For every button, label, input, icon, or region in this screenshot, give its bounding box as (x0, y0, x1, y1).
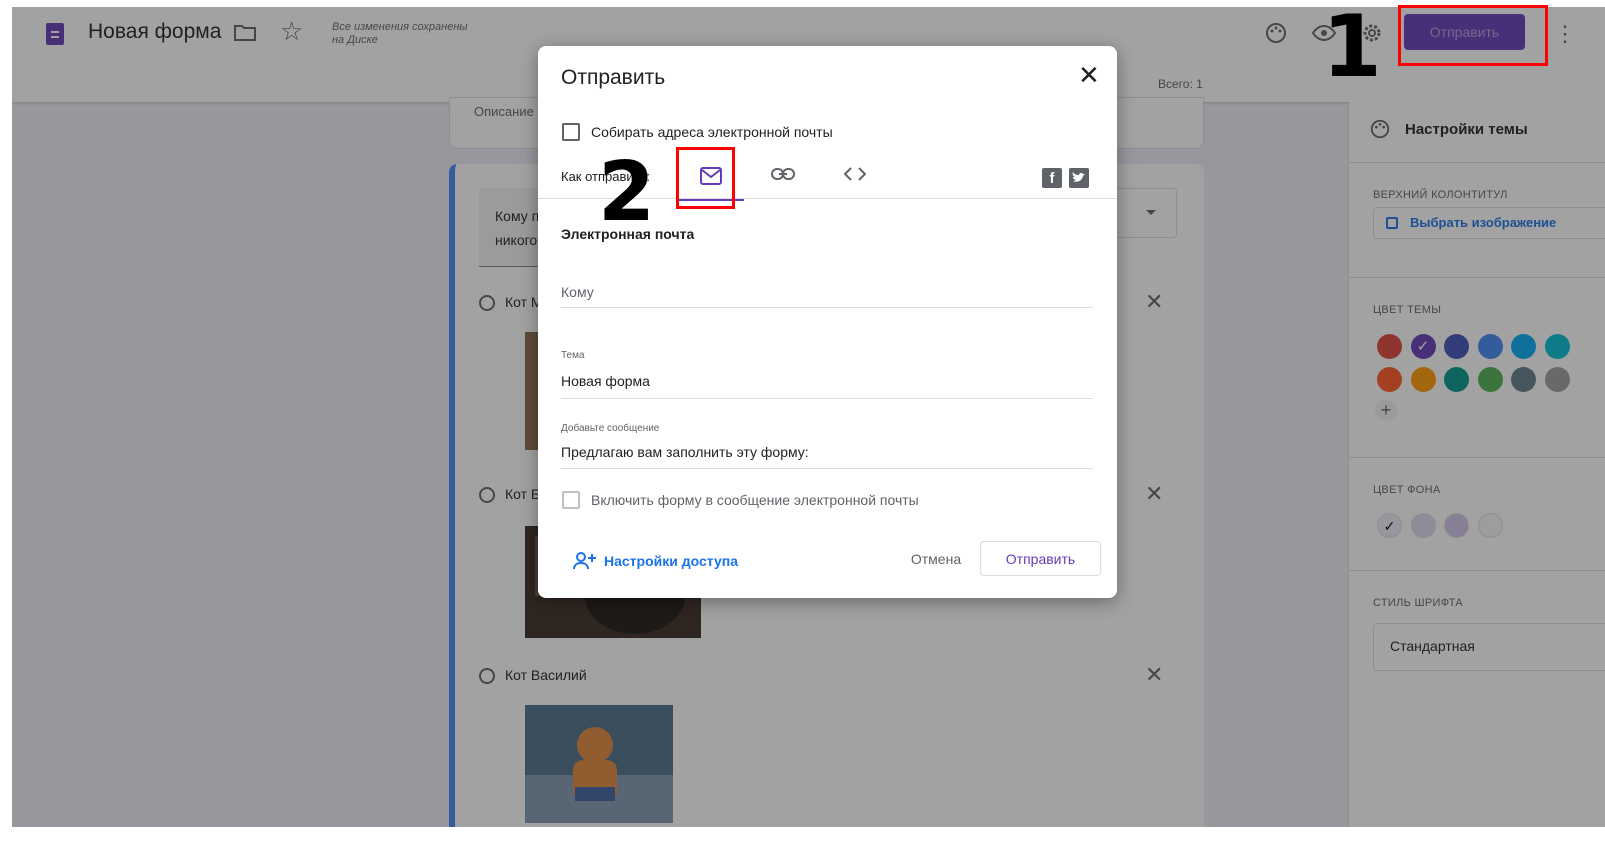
collect-emails-checkbox[interactable] (562, 123, 580, 141)
cancel-button[interactable]: Отмена (893, 541, 979, 577)
tab-embed[interactable] (822, 158, 888, 198)
to-field[interactable]: Кому (561, 284, 1093, 308)
add-person-icon[interactable] (573, 551, 597, 571)
highlight-email-tab (676, 147, 735, 209)
close-icon[interactable]: ✕ (1078, 60, 1100, 91)
access-settings-link[interactable]: Настройки доступа (604, 553, 738, 569)
facebook-icon[interactable]: f (1042, 168, 1062, 188)
dialog-title: Отправить (561, 66, 666, 89)
collect-emails-label: Собирать адреса электронной почты (591, 124, 833, 140)
code-icon (843, 167, 867, 181)
subject-field[interactable]: Тема Новая форма (561, 350, 1093, 399)
step-number-2: 2 (598, 145, 656, 240)
link-icon (771, 168, 795, 180)
step-number-1: 1 (1322, 0, 1382, 97)
include-form-checkbox[interactable] (562, 491, 580, 509)
include-form-label: Включить форму в сообщение электронной п… (591, 492, 919, 508)
message-field[interactable]: Добавьте сообщение Предлагаю вам заполни… (561, 423, 1093, 469)
twitter-icon[interactable] (1069, 168, 1089, 188)
highlight-send-button (1398, 5, 1548, 66)
send-button[interactable]: Отправить (980, 541, 1101, 576)
tab-link[interactable] (750, 158, 816, 198)
send-dialog: Отправить ✕ Собирать адреса электронной … (538, 46, 1117, 598)
